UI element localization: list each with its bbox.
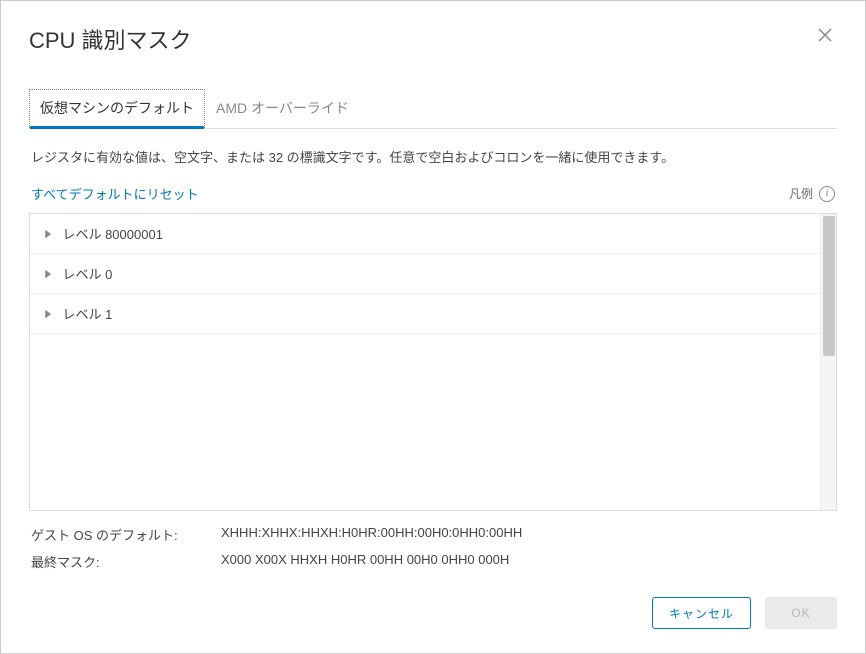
level-list-inner: ▶ レベル 80000001 ▶ レベル 0 ▶ レベル 1 [30, 214, 820, 510]
level-label: レベル 1 [62, 304, 112, 323]
reset-all-link[interactable]: すべてデフォルトにリセット [31, 184, 199, 203]
info-icon: i [819, 186, 835, 202]
cancel-button[interactable]: キャンセル [652, 597, 751, 629]
level-label: レベル 80000001 [62, 224, 162, 243]
tab-amd-override[interactable]: AMD オーバーライド [205, 89, 360, 128]
dialog-header: CPU 識別マスク [1, 1, 865, 65]
chevron-right-icon: ▶ [45, 227, 51, 240]
guest-default-value: XHHH:XHHX:HHXH:H0HR:00HH:00H0:0HH0:00HH [221, 525, 522, 544]
reset-legend-row: すべてデフォルトにリセット 凡例 i [31, 184, 835, 203]
level-row-80000001[interactable]: ▶ レベル 80000001 [30, 214, 820, 254]
chevron-right-icon: ▶ [45, 307, 51, 320]
dialog-footer: キャンセル OK [1, 579, 865, 653]
scrollbar-thumb[interactable] [823, 216, 835, 356]
legend-label: 凡例 [789, 185, 813, 202]
guest-default-row: ゲスト OS のデフォルト: XHHH:XHHX:HHXH:H0HR:00HH:… [31, 525, 835, 544]
level-row-1[interactable]: ▶ レベル 1 [30, 294, 820, 334]
guest-default-label: ゲスト OS のデフォルト: [31, 525, 221, 544]
level-list: ▶ レベル 80000001 ▶ レベル 0 ▶ レベル 1 ▴ [29, 213, 837, 511]
level-row-0[interactable]: ▶ レベル 0 [30, 254, 820, 294]
legend[interactable]: 凡例 i [789, 185, 835, 202]
cpu-id-mask-dialog: CPU 識別マスク 仮想マシンのデフォルト AMD オーバーライド レジスタに有… [0, 0, 866, 654]
chevron-right-icon: ▶ [45, 267, 51, 280]
dialog-body: 仮想マシンのデフォルト AMD オーバーライド レジスタに有効な値は、空文字、ま… [1, 65, 865, 579]
vertical-scrollbar[interactable]: ▴ [820, 214, 836, 510]
dialog-title: CPU 識別マスク [29, 23, 192, 55]
summary-values: ゲスト OS のデフォルト: XHHH:XHHX:HHXH:H0HR:00HH:… [31, 525, 835, 579]
close-icon[interactable] [813, 23, 837, 51]
final-mask-value: X000 X00X HHXH H0HR 00HH 00H0 0HH0 000H [221, 552, 509, 571]
hint-text: レジスタに有効な値は、空文字、または 32 の標識文字です。任意で空白およびコロ… [31, 147, 835, 166]
ok-button[interactable]: OK [765, 597, 837, 629]
final-mask-label: 最終マスク: [31, 552, 221, 571]
final-mask-row: 最終マスク: X000 X00X HHXH H0HR 00HH 00H0 0HH… [31, 552, 835, 571]
tab-vm-default[interactable]: 仮想マシンのデフォルト [29, 89, 205, 128]
level-label: レベル 0 [62, 264, 112, 283]
tab-bar: 仮想マシンのデフォルト AMD オーバーライド [29, 89, 837, 129]
